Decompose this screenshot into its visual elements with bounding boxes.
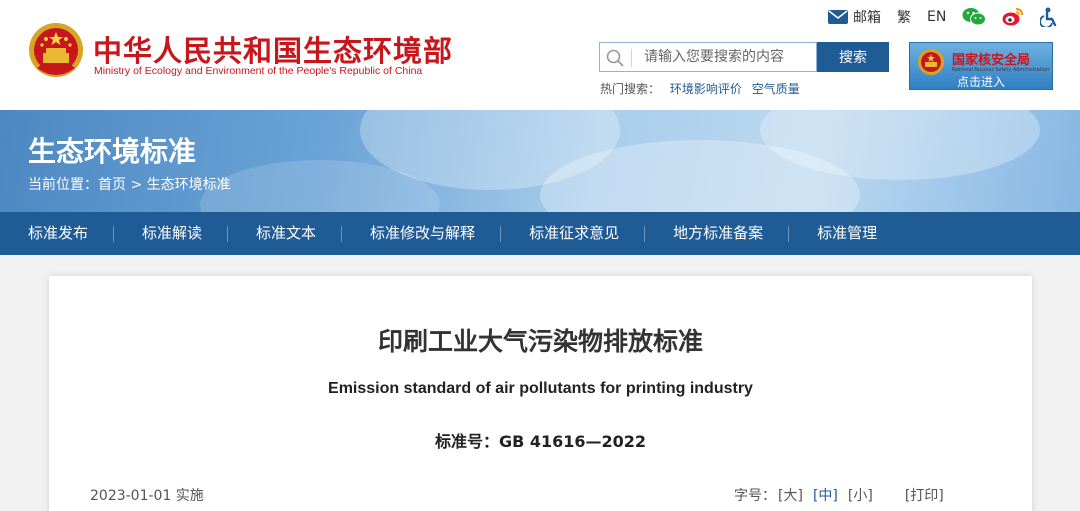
accessibility-icon[interactable] [1040,7,1058,27]
hot-search-label: 热门搜索： [600,82,661,96]
nav-item-standard-consultation[interactable]: 标准征求意见 [501,212,646,255]
nnsa-enter-label: 点击进入 [956,75,1005,89]
nav-item-standard-management[interactable]: 标准管理 [789,212,903,255]
font-size-large-button[interactable]: [大] [778,485,803,505]
font-size-small-button[interactable]: [小] [848,485,873,505]
hot-search-item[interactable]: 空气质量 [752,82,800,96]
nnsa-emblem-icon [918,49,944,75]
main-nav: 标准发布 标准解读 标准文本 标准修改与解释 标准征求意见 地方标准备案 标准管… [0,212,1080,255]
site-logo-title[interactable]: 中华人民共和国生态环境部 [93,28,453,70]
search-input[interactable] [644,47,814,67]
nav-item-standard-revision[interactable]: 标准修改与解释 [342,212,502,255]
nav-item-standard-interpretation[interactable]: 标准解读 [114,212,229,255]
mail-link[interactable]: 邮箱 [828,7,881,27]
font-size-controls: 字号： [大] [中] [小] [打印] [734,485,954,505]
search-bar: 搜索 [599,42,889,72]
mail-icon [828,10,848,24]
font-size-medium-button[interactable]: [中] [813,485,838,505]
english-link[interactable]: EN [927,9,946,25]
search-divider [631,49,632,67]
top-links: 邮箱 繁 EN [828,6,1058,28]
document-code: 标准号：GB 41616—2022 [434,432,647,451]
document-title: 印刷工业大气污染物排放标准 [377,327,703,356]
section-banner: 生态环境标准 当前位置：首页 > 生态环境标准 [0,110,1080,212]
document-title-en: Emission standard of air pollutants for … [328,380,753,397]
hot-search-item[interactable]: 环境影响评价 [670,82,742,96]
effective-date: 2023-01-01 实施 [90,488,204,504]
page-title: 生态环境标准 [28,135,197,168]
nav-item-standard-text[interactable]: 标准文本 [228,212,343,255]
breadcrumb[interactable]: 当前位置：首页 > 生态环境标准 [28,174,231,194]
site-logo-subtitle: Ministry of Ecology and Environment of t… [94,65,423,77]
search-button[interactable]: 搜索 [817,42,889,72]
site-header: 中华人民共和国生态环境部 Ministry of Ecology and Env… [0,0,1080,110]
hot-search: 热门搜索： 环境影响评价 空气质量 [600,80,806,97]
nnsa-title: 国家核安全局 [952,53,1031,68]
traditional-chinese-link[interactable]: 繁 [897,7,911,27]
weibo-icon[interactable] [1002,7,1024,27]
wechat-icon[interactable] [962,7,987,27]
print-button[interactable]: [打印] [905,485,944,505]
search-box [599,42,817,72]
font-size-label: 字号： [734,488,776,504]
search-icon [606,49,624,67]
national-emblem-icon [29,23,83,77]
document-card: 印刷工业大气污染物排放标准 Emission standard of air p… [49,276,1032,511]
nav-item-standard-release[interactable]: 标准发布 [0,212,115,255]
nav-item-local-standard-filing[interactable]: 地方标准备案 [645,212,790,255]
nnsa-banner-link[interactable]: 国家核安全局 National Nuclear Safety Administr… [909,42,1053,90]
mail-label: 邮箱 [853,10,881,26]
